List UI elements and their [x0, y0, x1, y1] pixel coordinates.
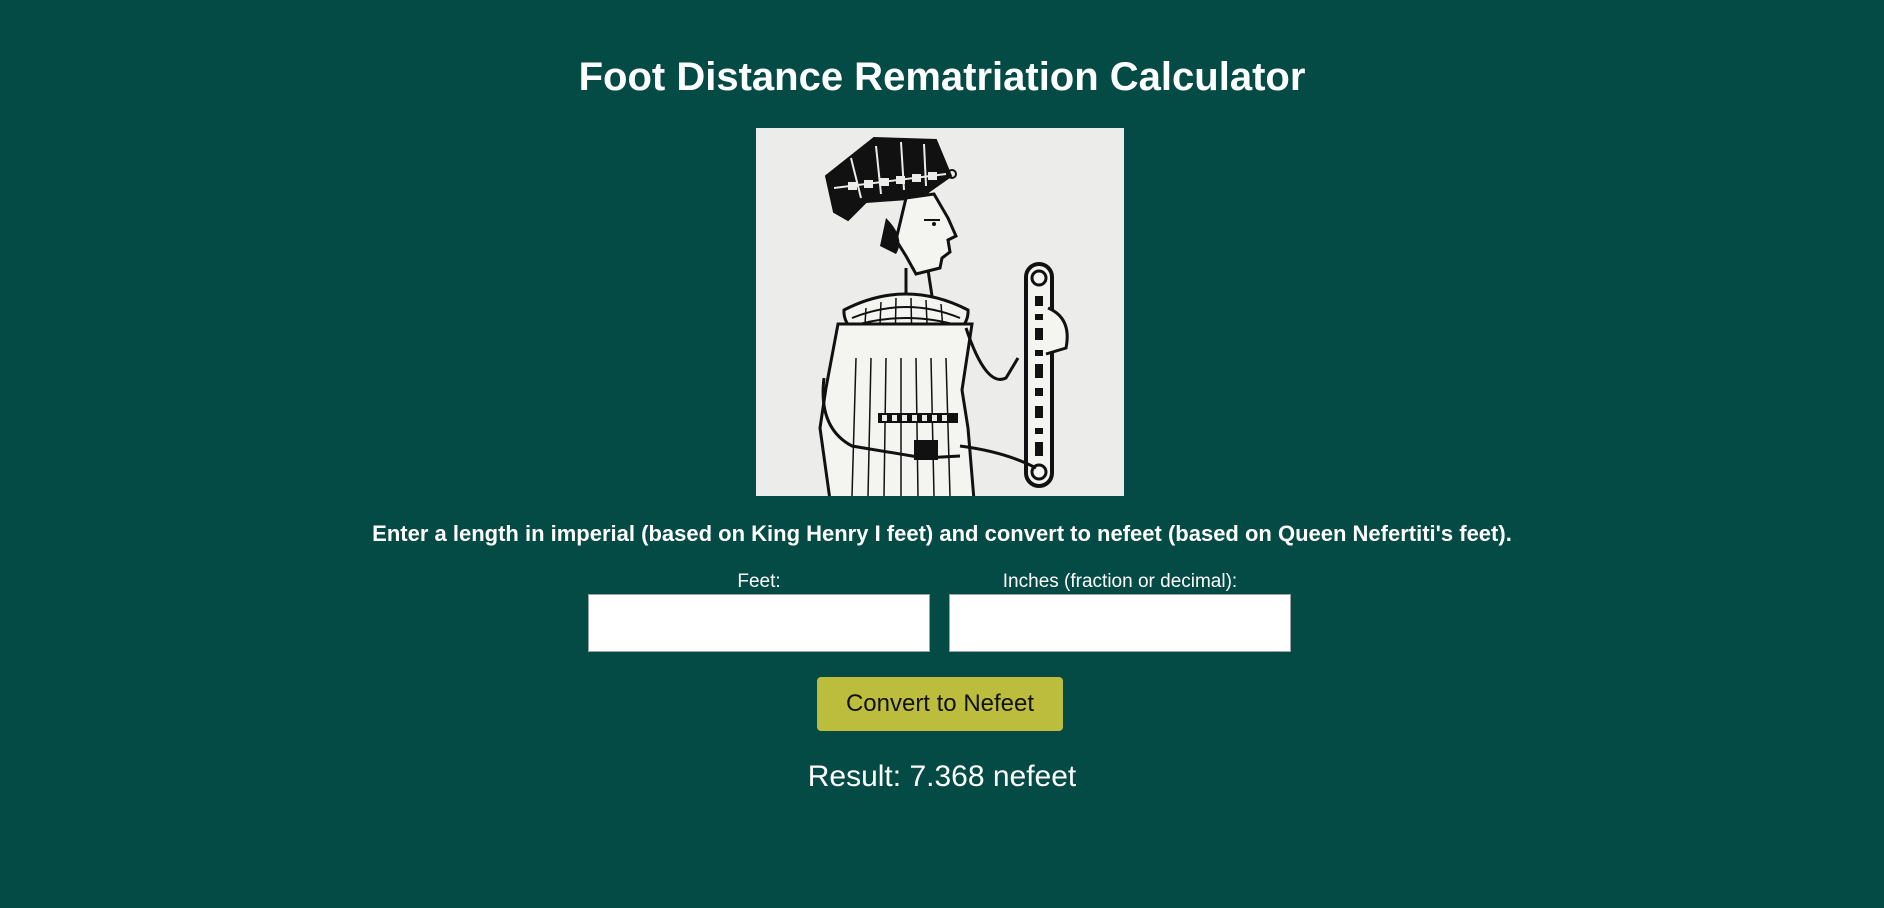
feet-input[interactable] — [588, 594, 930, 652]
convert-to-nefeet-button[interactable]: Convert to Nefeet — [817, 677, 1063, 731]
inches-field-group: Inches (fraction or decimal): — [949, 570, 1291, 652]
calculator-page: Foot Distance Rematriation Calculator En… — [0, 0, 1884, 908]
instructions-text: Enter a length in imperial (based on Kin… — [372, 521, 1512, 546]
inches-label: Inches (fraction or decimal): — [1002, 571, 1238, 592]
nefertiti-illustration — [756, 128, 1124, 496]
feet-label: Feet: — [737, 571, 781, 592]
feet-field-group: Feet: — [588, 570, 930, 652]
inches-input[interactable] — [949, 594, 1291, 652]
result-text: Result: 7.368 nefeet — [807, 760, 1077, 793]
page-title: Foot Distance Rematriation Calculator — [578, 55, 1306, 99]
